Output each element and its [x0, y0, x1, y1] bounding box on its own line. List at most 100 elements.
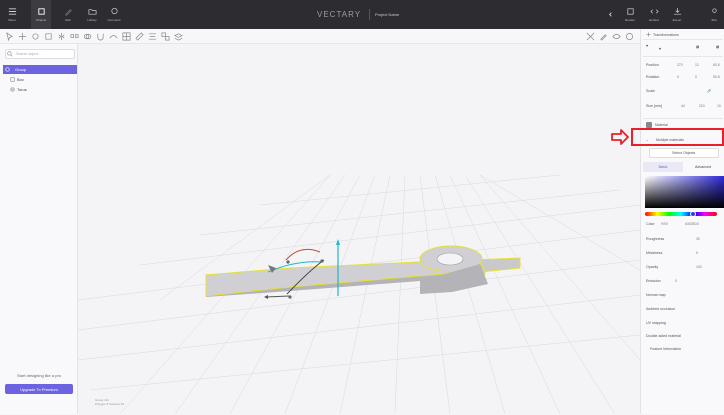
- select-tool[interactable]: [5, 32, 14, 42]
- rotation-x[interactable]: 0: [677, 75, 679, 79]
- material-label: Material: [655, 123, 668, 127]
- tab-advanced[interactable]: Advanced: [683, 162, 723, 172]
- search-input[interactable]: Search object...: [5, 49, 75, 59]
- share-icon: [711, 8, 717, 13]
- scale-tool[interactable]: [44, 32, 53, 41]
- tree-item-label: Group: [15, 67, 27, 72]
- pattern-tool[interactable]: [122, 32, 131, 41]
- tree-item-label: Box: [17, 77, 24, 82]
- opacity-label: Opacity: [646, 265, 659, 269]
- deform-tool[interactable]: [109, 32, 118, 41]
- uv-mapping-label: UV mapping: [646, 321, 666, 325]
- rotate-icon: [32, 33, 39, 40]
- torus-icon: [10, 87, 15, 92]
- position-x[interactable]: 270: [677, 63, 683, 67]
- embed-button[interactable]: Embed: [644, 0, 664, 29]
- position-z[interactable]: 63.5: [713, 63, 720, 67]
- metalness-value[interactable]: 0: [696, 251, 698, 255]
- pattern-icon: [122, 32, 131, 41]
- edit-button[interactable]: Edit: [58, 0, 78, 29]
- boolean-icon: [83, 33, 92, 40]
- group-tool[interactable]: [161, 32, 170, 41]
- snap-tool[interactable]: [96, 32, 105, 41]
- tab-basic[interactable]: Basic: [643, 162, 683, 172]
- pen-toggle[interactable]: [599, 32, 608, 41]
- dot-icon[interactable]: •: [659, 47, 661, 53]
- emission-value[interactable]: 0: [675, 279, 677, 283]
- render-button[interactable]: Render: [620, 0, 640, 29]
- color-picker-area[interactable]: [645, 176, 724, 208]
- color-mode[interactable]: HSV: [661, 222, 668, 226]
- view-toggle[interactable]: [612, 32, 621, 41]
- opacity-value[interactable]: 100: [696, 265, 702, 269]
- size-highlight-box: [631, 128, 724, 146]
- upgrade-button[interactable]: Upgrade To Premium: [5, 384, 73, 394]
- layers-icon: [174, 33, 183, 41]
- size-x[interactable]: 44: [681, 104, 685, 108]
- box-icon: [10, 77, 15, 82]
- color-hex[interactable]: #3025D0: [685, 222, 699, 226]
- group-icon: [5, 67, 10, 72]
- rotation-y[interactable]: 0: [695, 75, 697, 79]
- double-sided-label: Double-sided material: [646, 334, 681, 338]
- comment-icon: [110, 7, 118, 15]
- cube-icon: [37, 8, 45, 15]
- size-y[interactable]: 210: [699, 104, 705, 108]
- magnet-icon: [97, 33, 104, 41]
- share-label: Sha: [711, 18, 717, 22]
- divider: [643, 39, 723, 40]
- embed-label: Embed: [649, 18, 659, 22]
- 3d-viewport[interactable]: [77, 44, 641, 415]
- grid-toggle[interactable]: [586, 32, 595, 41]
- hue-slider-handle[interactable]: [690, 211, 696, 217]
- rotate-tool[interactable]: [31, 32, 40, 41]
- mirror-tool[interactable]: [57, 32, 66, 41]
- hue-slider[interactable]: [645, 212, 717, 216]
- circle-icon: [625, 32, 634, 41]
- scale-icon: [45, 33, 52, 40]
- deform-icon: [109, 35, 118, 39]
- camera-toggle[interactable]: [625, 32, 634, 41]
- library-label: Library: [87, 18, 97, 22]
- collapse-button[interactable]: [606, 0, 614, 29]
- divider: [369, 9, 370, 20]
- position-y[interactable]: 12: [695, 63, 699, 67]
- project-name[interactable]: Project Name: [375, 12, 399, 17]
- status-stats: Polygon 8 Vertices 30: [95, 402, 125, 406]
- measure-tool[interactable]: [135, 32, 144, 41]
- export-button[interactable]: Export: [667, 0, 687, 29]
- panel-title: Transformations: [653, 33, 679, 37]
- chevron-icon: [608, 12, 612, 17]
- feature-info-link[interactable]: Feature information: [650, 347, 681, 351]
- library-button[interactable]: Library: [82, 0, 102, 29]
- properties-panel: Transformations • • ▦ ▦ Position 270 12 …: [640, 29, 724, 414]
- objects-label: Objects: [35, 18, 47, 22]
- roughness-value[interactable]: 30: [696, 237, 700, 241]
- scale-label: Scale: [646, 89, 655, 93]
- scene-canvas[interactable]: [77, 44, 641, 415]
- size-z[interactable]: 10: [717, 104, 721, 108]
- export-icon: [673, 7, 681, 15]
- move-tool[interactable]: [18, 32, 27, 41]
- menu-button[interactable]: Menu: [2, 0, 22, 29]
- array-tool[interactable]: [70, 32, 79, 41]
- ruler-icon: [135, 32, 144, 41]
- lock-icon[interactable]: 🔗: [707, 89, 711, 93]
- ao-label: Ambient occlusion: [646, 307, 676, 311]
- metalness-label: Metalness: [646, 251, 663, 255]
- object-tree-panel: Search object... Group Box Torus: [0, 44, 78, 414]
- arrow-right-icon: [611, 129, 629, 145]
- rotation-z[interactable]: 90.8: [713, 75, 720, 79]
- layout-icon[interactable]: ▦: [696, 45, 699, 49]
- grid-icon[interactable]: ▦: [716, 45, 719, 49]
- brand-logo: VECTARY: [317, 10, 362, 19]
- emission-label: Emission: [646, 279, 661, 283]
- tree-item-group[interactable]: Group: [3, 65, 77, 74]
- comment-button[interactable]: Comment: [104, 0, 124, 29]
- share-button[interactable]: Sha: [704, 0, 724, 29]
- align-tool[interactable]: [148, 32, 157, 41]
- hide-tool[interactable]: [174, 32, 183, 41]
- boolean-tool[interactable]: [83, 32, 92, 41]
- dot-icon[interactable]: •: [646, 44, 648, 50]
- objects-button[interactable]: Objects: [31, 0, 51, 29]
